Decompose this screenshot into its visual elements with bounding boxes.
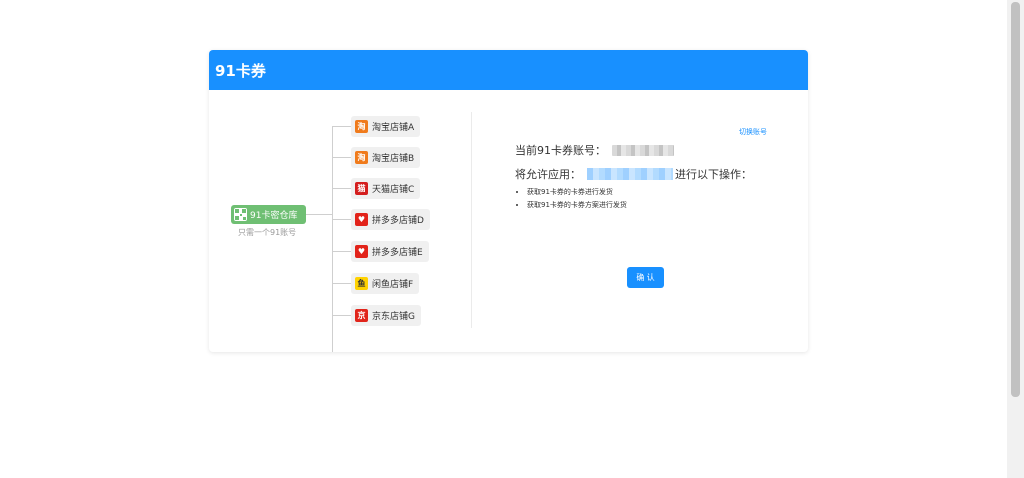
taobao-icon: 淘 <box>355 120 368 133</box>
switch-account-link[interactable]: 切换账号 <box>739 127 767 137</box>
current-account-label: 当前91卡券账号： <box>515 144 606 157</box>
store-label: 淘宝店铺B <box>372 154 415 164</box>
auth-card: 91卡券 91卡密仓库 只需一个91账号 淘 淘宝店铺A 淘 淘宝店铺B 猫 天… <box>209 50 808 352</box>
allow-app-row: 将允许应用： 进行以下操作： <box>515 166 752 182</box>
connector <box>332 126 333 352</box>
store-label: 天猫店铺C <box>372 185 415 195</box>
connector <box>332 315 351 316</box>
grid-icon <box>234 208 247 221</box>
connector <box>306 214 332 215</box>
store-label: 淘宝店铺A <box>372 123 415 133</box>
store-label: 闲鱼店铺F <box>372 280 414 290</box>
store-node: ♥ 拼多多店铺D <box>351 209 430 230</box>
allow-app-suffix: 进行以下操作： <box>675 168 752 181</box>
store-node: 京 京东店铺G <box>351 305 421 326</box>
store-node: 淘 淘宝店铺B <box>351 147 421 168</box>
store-label: 拼多多店铺D <box>372 216 424 226</box>
auth-panel: 切换账号 当前91卡券账号： 将允许应用： 进行以下操作： 获取91卡券的卡券进… <box>472 90 808 352</box>
store-node: 猫 天猫店铺C <box>351 178 421 199</box>
store-node: 鱼 闲鱼店铺F <box>351 273 420 294</box>
store-label: 拼多多店铺E <box>372 248 423 258</box>
account-redacted <box>612 144 674 156</box>
store-label: 京东店铺G <box>372 312 415 322</box>
allow-app-label: 将允许应用： <box>515 168 581 181</box>
current-account-row: 当前91卡券账号： <box>515 142 674 158</box>
jd-icon: 京 <box>355 309 368 322</box>
store-node: 淘 淘宝店铺A <box>351 116 421 137</box>
tmall-icon: 猫 <box>355 182 368 195</box>
taobao-icon: 淘 <box>355 151 368 164</box>
card-header: 91卡券 <box>209 50 808 90</box>
confirm-button[interactable]: 确 认 <box>627 267 664 288</box>
connector <box>332 219 351 220</box>
root-node: 91卡密仓库 <box>231 205 306 224</box>
scrollbar-thumb[interactable] <box>1011 2 1020 397</box>
permission-item: 获取91卡券的卡券进行发货 <box>527 187 627 197</box>
connector <box>332 188 351 189</box>
app-title: 91卡券 <box>215 61 266 80</box>
app-name-redacted <box>587 168 673 180</box>
pinduoduo-icon: ♥ <box>355 245 368 258</box>
page-scrollbar[interactable] <box>1007 0 1024 478</box>
pinduoduo-icon: ♥ <box>355 213 368 226</box>
root-node-sublabel: 只需一个91账号 <box>238 228 297 237</box>
store-node: ♥ 拼多多店铺E <box>351 241 429 262</box>
connector <box>332 157 351 158</box>
permission-item: 获取91卡券的卡券方案进行发货 <box>527 200 627 210</box>
connector <box>332 251 351 252</box>
mindmap-panel: 91卡密仓库 只需一个91账号 淘 淘宝店铺A 淘 淘宝店铺B 猫 天猫店铺C … <box>209 90 471 352</box>
connector <box>332 283 351 284</box>
root-node-label: 91卡密仓库 <box>250 211 298 221</box>
permission-list: 获取91卡券的卡券进行发货 获取91卡券的卡券方案进行发货 <box>527 187 627 213</box>
connector <box>332 126 351 127</box>
xianyu-icon: 鱼 <box>355 277 368 290</box>
